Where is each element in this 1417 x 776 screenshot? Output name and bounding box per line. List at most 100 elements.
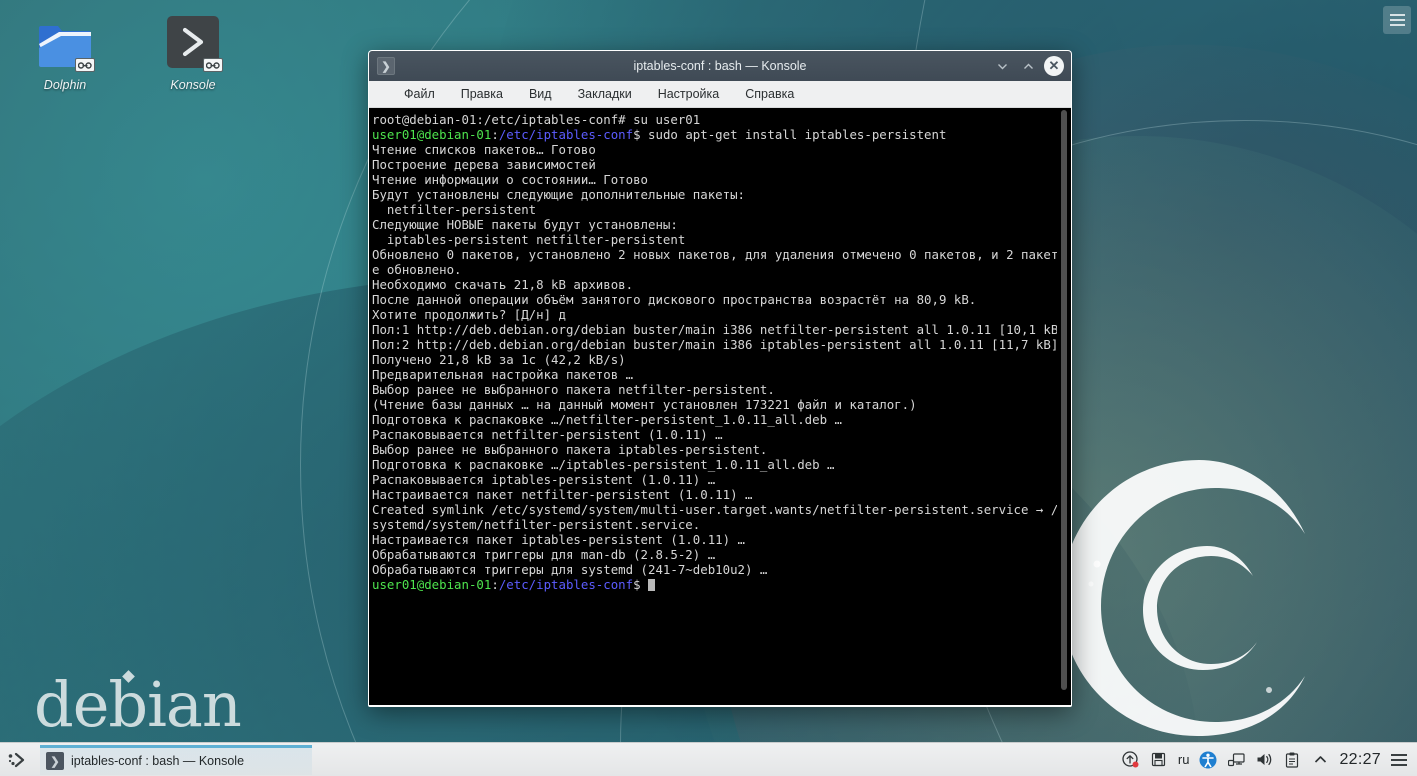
network-icon[interactable] — [1227, 751, 1245, 769]
menu-settings[interactable]: Настройка — [645, 83, 733, 105]
terminal-text: Выбор ранее не выбранного пакета iptable… — [372, 442, 768, 457]
terminal-text: /etc/iptables-conf — [498, 577, 634, 592]
hamburger-line — [1389, 24, 1405, 26]
terminal-text: Следующие НОВЫЕ пакеты будут установлены… — [372, 217, 678, 232]
terminal-line: е обновлено. — [372, 262, 1071, 277]
debian-swirl-icon — [1061, 460, 1305, 736]
close-button[interactable]: ✕ — [1044, 56, 1064, 76]
terminal-line: Предварительная настройка пакетов … — [372, 367, 1071, 382]
menu-bookmarks[interactable]: Закладки — [565, 83, 645, 105]
terminal-text: Выбор ранее не выбранного пакета netfilt… — [372, 382, 775, 397]
window-titlebar[interactable]: ❯ iptables-conf : bash — Konsole ✕ — [369, 51, 1071, 81]
terminal-line: Пол:1 http://deb.debian.org/debian buste… — [372, 322, 1071, 337]
menu-view[interactable]: Вид — [516, 83, 565, 105]
terminal-line: Обрабатываются триггеры для systemd (241… — [372, 562, 1071, 577]
terminal-text: Подготовка к распаковке …/netfilter-pers… — [372, 412, 842, 427]
terminal-lines: root@debian-01:/etc/iptables-conf# su us… — [372, 112, 1071, 592]
terminal-line: Обрабатываются триггеры для man-db (2.8.… — [372, 547, 1071, 562]
terminal-line: Настраивается пакет iptables-persistent … — [372, 532, 1071, 547]
accessibility-icon[interactable] — [1199, 751, 1217, 769]
terminal-line: Created symlink /etc/systemd/system/mult… — [372, 502, 1071, 517]
terminal-line: Хотите продолжить? [Д/н] д — [372, 307, 1071, 322]
hamburger-line — [1389, 19, 1405, 21]
terminal-output-area[interactable]: root@debian-01:/etc/iptables-conf# su us… — [369, 108, 1071, 705]
terminal-text: Подготовка к распаковке …/iptables-persi… — [372, 457, 835, 472]
menu-edit[interactable]: Правка — [448, 83, 516, 105]
terminal-text: Чтение информации о состоянии… Готово — [372, 172, 649, 187]
symlink-emblem-icon — [203, 58, 223, 72]
terminal-text: $ — [633, 577, 649, 592]
taskbar-task-konsole[interactable]: ❯ iptables-conf : bash — Konsole — [40, 744, 312, 775]
clipboard-icon[interactable] — [1283, 751, 1301, 769]
keyboard-layout-indicator[interactable]: ru — [1178, 752, 1190, 767]
window-icon: ❯ — [377, 57, 395, 75]
terminal-line: (Чтение базы данных … на данный момент у… — [372, 397, 1071, 412]
application-launcher-button[interactable] — [0, 743, 34, 776]
terminal-text: netfilter-persistent — [372, 202, 537, 217]
terminal-line: user01@debian-01:/etc/iptables-conf$ sud… — [372, 127, 1071, 142]
terminal-line: Чтение списков пакетов… Готово — [372, 142, 1071, 157]
system-tray: ru 22:27 — [1122, 743, 1417, 776]
kde-kickoff-icon — [8, 752, 25, 767]
terminal-text: (Чтение базы данных … на данный момент у… — [372, 397, 917, 412]
terminal-text: Получено 21,8 kB за 1c (42,2 kB/s) — [372, 352, 626, 367]
taskbar-task-label: iptables-conf : bash — Konsole — [71, 754, 245, 768]
terminal-text: iptables-persistent netfilter-persistent — [372, 232, 686, 247]
menu-file[interactable]: Файл — [391, 83, 448, 105]
terminal-line: Будут установлены следующие дополнительн… — [372, 187, 1071, 202]
terminal-line: Настраивается пакет netfilter-persistent… — [372, 487, 1071, 502]
terminal-line: Получено 21,8 kB за 1c (42,2 kB/s) — [372, 352, 1071, 367]
terminal-text: root@debian-01:/etc/iptables-conf# su us… — [372, 112, 701, 127]
terminal-text: systemd/system/netfilter-persistent.serv… — [372, 517, 701, 532]
terminal-text: Построение дерева зависимостей — [372, 157, 596, 172]
terminal-text: user01@debian-01 — [372, 127, 492, 142]
disk-save-icon[interactable] — [1150, 751, 1168, 769]
clock[interactable]: 22:27 — [1339, 751, 1381, 769]
window-controls: ✕ — [992, 51, 1064, 81]
terminal-line: netfilter-persistent — [372, 202, 1071, 217]
debian-wordmark-text: debian — [34, 668, 242, 741]
terminal-text: user01@debian-01 — [372, 577, 492, 592]
terminal-line: Пол:2 http://deb.debian.org/debian buste… — [372, 337, 1071, 352]
terminal-line: Необходимо скачать 21,8 kB архивов. — [372, 277, 1071, 292]
menu-help[interactable]: Справка — [732, 83, 807, 105]
volume-icon[interactable] — [1255, 751, 1273, 769]
taskbar: ❯ iptables-conf : bash — Konsole ru 22:2… — [0, 742, 1417, 776]
konsole-window[interactable]: ❯ iptables-conf : bash — Konsole ✕ Файл … — [368, 50, 1072, 707]
terminal-text: Распаковывается netfilter-persistent (1.… — [372, 427, 723, 442]
terminal-text: Настраивается пакет netfilter-persistent… — [372, 487, 753, 502]
terminal-text: Настраивается пакет iptables-persistent … — [372, 532, 745, 547]
terminal-text: Хотите продолжить? [Д/н] д — [372, 307, 566, 322]
desktop-icon-label: Dolphin — [43, 78, 87, 92]
terminal-chevron-icon — [165, 14, 223, 72]
window-title: iptables-conf : bash — Konsole — [633, 59, 807, 73]
symlink-emblem-icon — [75, 58, 95, 72]
terminal-scrollbar[interactable] — [1057, 108, 1071, 705]
terminal-line: Обновлено 0 пакетов, установлено 2 новых… — [372, 247, 1071, 262]
desktop-icon-label: Konsole — [170, 78, 216, 92]
scrollbar-thumb[interactable] — [1061, 110, 1067, 690]
desktop-icon-dolphin[interactable]: Dolphin — [10, 14, 120, 92]
debian-wordmark: debian — [34, 670, 242, 736]
terminal-text: Пол:2 http://deb.debian.org/debian buste… — [372, 337, 1059, 352]
minimize-button[interactable] — [992, 56, 1012, 76]
show-hidden-icons-arrow-icon[interactable] — [1311, 751, 1329, 769]
terminal-text: : — [491, 577, 499, 592]
menubar: Файл Правка Вид Закладки Настройка Справ… — [369, 81, 1071, 108]
terminal-line: iptables-persistent netfilter-persistent — [372, 232, 1071, 247]
desktop-toolbox-button[interactable] — [1383, 6, 1411, 34]
hamburger-line — [1391, 758, 1407, 761]
panel-menu-hamburger-icon[interactable] — [1391, 753, 1407, 766]
maximize-button[interactable] — [1018, 56, 1038, 76]
terminal-cursor — [648, 579, 656, 591]
terminal-text: $ sudo apt-get install iptables-persiste… — [633, 127, 947, 142]
folder-icon — [37, 14, 95, 72]
updates-icon[interactable] — [1122, 751, 1140, 769]
terminal-text: Обрабатываются триггеры для systemd (241… — [372, 562, 768, 577]
terminal-text: : — [491, 127, 499, 142]
terminal-text: Будут установлены следующие дополнительн… — [372, 187, 745, 202]
desktop-icon-konsole[interactable]: Konsole — [138, 14, 248, 92]
terminal-line: Выбор ранее не выбранного пакета iptable… — [372, 442, 1071, 457]
terminal-line: Выбор ранее не выбранного пакета netfilt… — [372, 382, 1071, 397]
terminal-text: Created symlink /etc/systemd/system/mult… — [372, 502, 1071, 517]
